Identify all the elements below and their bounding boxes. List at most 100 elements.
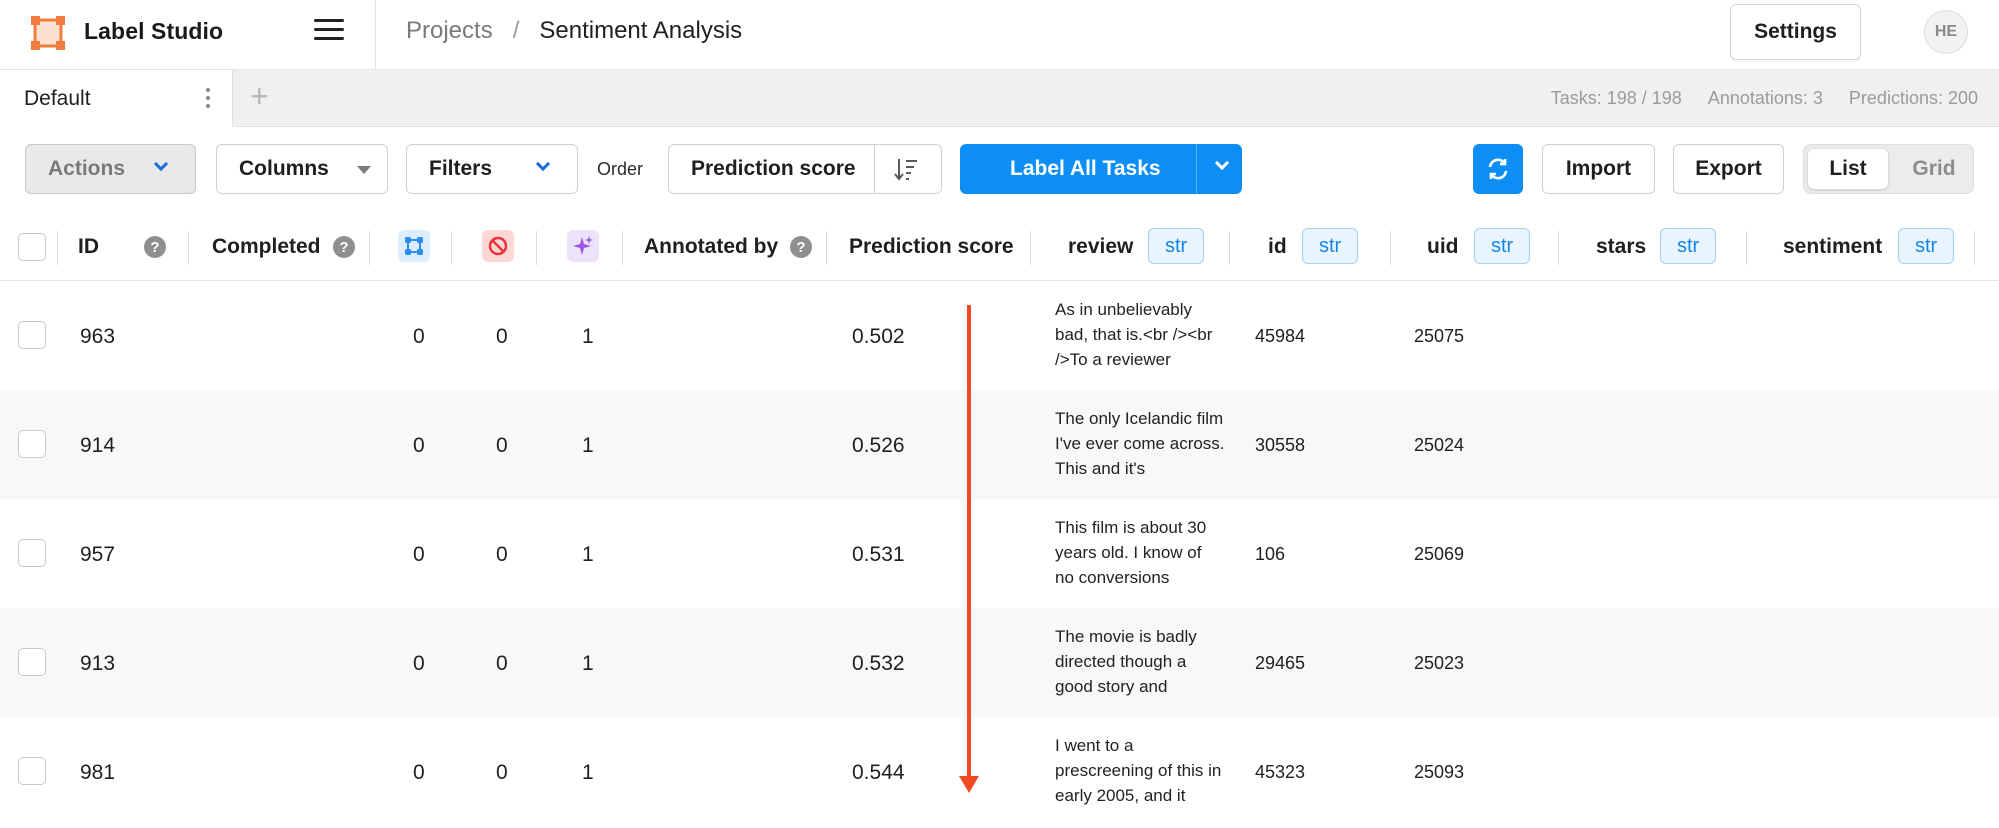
task-id-cell: 963 <box>80 325 116 348</box>
column-header-sentiment[interactable]: sentiment <box>1783 235 1882 259</box>
label-studio-logo-icon[interactable] <box>30 15 66 51</box>
help-icon[interactable]: ? <box>333 236 355 258</box>
sort-order-arrow <box>967 305 971 788</box>
table-row[interactable]: 913 0 0 1 0.532 The movie is badly direc… <box>0 608 1999 717</box>
uid-cell: 25023 <box>1414 653 1465 673</box>
row-select-checkbox[interactable] <box>18 539 46 567</box>
column-separator <box>622 231 623 265</box>
predictions-count-cell: 1 <box>582 325 594 348</box>
breadcrumb-current-project: Sentiment Analysis <box>539 17 743 44</box>
column-header-annotated-by[interactable]: Annotated by <box>644 235 778 259</box>
annotations-count-icon[interactable] <box>398 230 430 262</box>
cancelled-count-cell: 0 <box>496 761 508 784</box>
table-row[interactable]: 981 0 0 1 0.544 I went to a prescreening… <box>0 717 1999 826</box>
data-id-cell: 106 <box>1255 544 1286 564</box>
filters-label: Filters <box>429 157 493 180</box>
column-separator <box>1558 231 1559 265</box>
annotations-count-cell: 0 <box>413 434 425 457</box>
row-select-checkbox[interactable] <box>18 321 46 349</box>
topbar-divider <box>375 0 376 70</box>
data-id-cell: 30558 <box>1255 435 1306 455</box>
help-icon[interactable]: ? <box>144 236 166 258</box>
breadcrumb-projects-link[interactable]: Projects <box>406 17 493 45</box>
order-divider <box>874 145 875 193</box>
export-button[interactable]: Export <box>1673 144 1784 194</box>
label-all-split-divider <box>1196 144 1197 194</box>
chevron-down-icon <box>535 156 551 172</box>
order-field-select[interactable]: Prediction score <box>691 157 856 181</box>
column-header-completed[interactable]: Completed <box>212 235 321 259</box>
cancelled-count-icon[interactable] <box>482 230 514 262</box>
table-row[interactable]: 957 0 0 1 0.531 This film is about 30 ye… <box>0 499 1999 608</box>
column-separator <box>1746 231 1747 265</box>
caret-down-icon <box>357 166 371 174</box>
predictions-count-icon[interactable] <box>567 230 599 262</box>
task-id-cell: 913 <box>80 652 116 675</box>
annotations-count-cell: 0 <box>413 543 425 566</box>
top-bar: Label Studio Projects / Sentiment Analys… <box>0 0 1999 70</box>
data-id-cell: 45323 <box>1255 762 1306 782</box>
view-tab-bar: Default + Tasks: 198 / 198 Annotations: … <box>0 70 1999 127</box>
settings-button[interactable]: Settings <box>1730 4 1861 60</box>
column-header-review[interactable]: review <box>1068 235 1133 259</box>
column-separator <box>1229 231 1230 265</box>
actions-dropdown[interactable]: Actions <box>25 144 196 194</box>
task-id-cell: 914 <box>80 434 116 457</box>
column-separator <box>451 231 452 265</box>
refresh-icon <box>1488 158 1508 180</box>
view-mode-toggle: List Grid <box>1803 144 1974 194</box>
select-all-checkbox[interactable] <box>18 233 46 261</box>
refresh-button[interactable] <box>1473 144 1523 194</box>
tab-default-label: Default <box>24 87 91 110</box>
column-separator <box>1390 231 1391 265</box>
sort-order-arrow-head-icon <box>959 776 979 793</box>
column-header-uid[interactable]: uid <box>1427 235 1459 259</box>
filters-dropdown[interactable]: Filters <box>406 144 578 194</box>
review-type-badge: str <box>1148 228 1205 264</box>
sentiment-type-badge: str <box>1898 228 1955 264</box>
review-cell: This film is about 30 years old. I know … <box>1055 518 1207 587</box>
predictions-count-cell: 1 <box>582 761 594 784</box>
table-header: ID ? Completed ? Annotated by ? Predicti… <box>0 215 1999 281</box>
chevron-down-icon <box>153 156 169 172</box>
uid-cell: 25024 <box>1414 435 1465 455</box>
column-header-prediction-score[interactable]: Prediction score <box>849 235 1014 259</box>
import-button[interactable]: Import <box>1542 144 1655 194</box>
cancelled-count-cell: 0 <box>496 434 508 457</box>
chevron-down-icon[interactable] <box>1214 155 1230 171</box>
cancelled-count-cell: 0 <box>496 543 508 566</box>
data-id-type-badge: str <box>1302 228 1359 264</box>
data-id-cell: 29465 <box>1255 653 1306 673</box>
list-view-button[interactable]: List <box>1808 149 1888 189</box>
row-select-checkbox[interactable] <box>18 648 46 676</box>
sort-direction-icon[interactable] <box>894 156 918 182</box>
prediction-score-cell: 0.526 <box>852 434 905 457</box>
columns-dropdown[interactable]: Columns <box>216 144 388 194</box>
actions-label: Actions <box>48 157 126 180</box>
table-row[interactable]: 963 0 0 1 0.502 As in unbelievably bad, … <box>0 281 1999 390</box>
column-separator <box>536 231 537 265</box>
task-id-cell: 957 <box>80 543 116 566</box>
column-header-stars[interactable]: stars <box>1596 235 1646 259</box>
column-header-id[interactable]: ID <box>78 235 99 259</box>
stars-type-badge: str <box>1660 228 1717 264</box>
cancelled-count-cell: 0 <box>496 325 508 348</box>
row-select-checkbox[interactable] <box>18 430 46 458</box>
table-row[interactable]: 914 0 0 1 0.526 The only Icelandic film … <box>0 390 1999 499</box>
user-avatar[interactable]: HE <box>1924 10 1968 54</box>
tab-options-icon[interactable] <box>204 88 212 110</box>
hamburger-menu-icon[interactable] <box>314 19 344 45</box>
column-header-data-id[interactable]: id <box>1268 235 1287 259</box>
row-select-checkbox[interactable] <box>18 757 46 785</box>
add-tab-button[interactable]: + <box>250 80 269 112</box>
help-icon[interactable]: ? <box>790 236 812 258</box>
label-all-tasks-button[interactable]: Label All Tasks <box>960 144 1242 194</box>
grid-view-button[interactable]: Grid <box>1899 149 1969 189</box>
tab-default[interactable]: Default <box>0 70 233 127</box>
data-id-cell: 45984 <box>1255 326 1306 346</box>
uid-type-badge: str <box>1474 228 1531 264</box>
annotations-count-cell: 0 <box>413 761 425 784</box>
columns-label: Columns <box>239 157 329 180</box>
app-title[interactable]: Label Studio <box>84 18 223 45</box>
uid-cell: 25069 <box>1414 544 1465 564</box>
